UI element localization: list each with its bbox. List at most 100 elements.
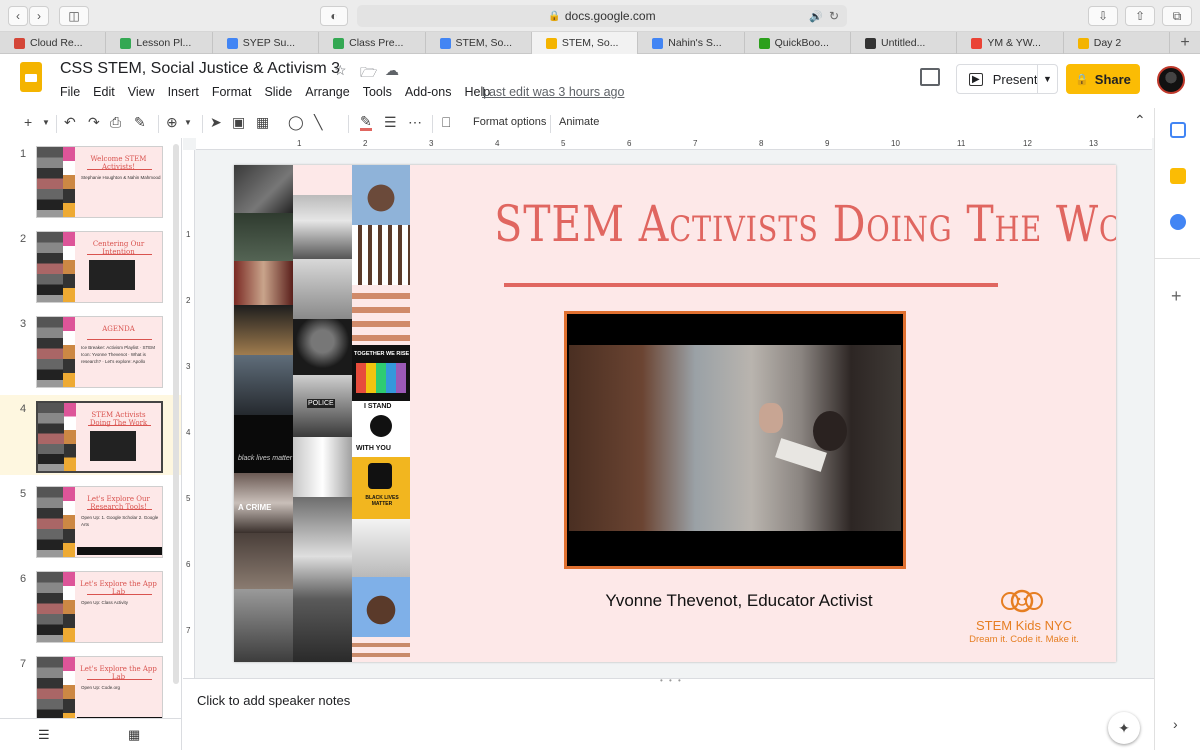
present-button[interactable]: ▶ Present ▼: [956, 64, 1058, 94]
filmstrip-view-icon[interactable]: ☰: [38, 727, 50, 743]
menu-addons[interactable]: Add-ons: [405, 85, 452, 99]
slide-thumbnail-2[interactable]: 2 Centering Our Intention: [0, 225, 181, 305]
present-icon: ▶: [969, 72, 983, 86]
filmstrip-scrollbar[interactable]: [173, 144, 179, 684]
border-weight-icon[interactable]: ☰: [384, 114, 397, 131]
thumb-collage: [64, 403, 76, 471]
shape-icon[interactable]: ◯: [288, 114, 304, 131]
menu-arrange[interactable]: Arrange: [305, 85, 349, 99]
browser-tab[interactable]: YM & YW...: [957, 32, 1064, 54]
video-caption[interactable]: Yvonne Thevenot, Educator Activist: [574, 591, 904, 611]
sidebar-toggle-button[interactable]: ◫: [59, 6, 89, 26]
browser-tab[interactable]: Day 2: [1064, 32, 1171, 54]
audio-icon[interactable]: 🔊: [809, 10, 823, 23]
new-tab-button[interactable]: +: [1170, 32, 1200, 53]
document-title[interactable]: CSS STEM, Social Justice & Activism 3: [60, 60, 340, 78]
browser-tab[interactable]: Lesson Pl...: [106, 32, 213, 54]
insert-image-icon[interactable]: ▦: [256, 114, 269, 131]
embedded-video[interactable]: [564, 311, 906, 569]
speaker-notes-panel[interactable]: [183, 678, 1154, 750]
undo-icon[interactable]: ↶: [64, 114, 76, 131]
slide-thumbnail-3[interactable]: 3 AGENDA Ice Breaker: Activism Playlist · …: [0, 310, 181, 390]
slide-thumbnail-6[interactable]: 6 Let's Explore the App Lab Open Up: Class…: [0, 565, 181, 645]
back-button[interactable]: ‹: [8, 6, 28, 26]
reload-icon[interactable]: ↻: [829, 9, 839, 23]
browser-tab[interactable]: Class Pre...: [319, 32, 426, 54]
zoom-icon[interactable]: ⊕: [166, 114, 178, 131]
slide-thumbnail-5[interactable]: 5 Let's Explore Our Research Tools! Open U…: [0, 480, 181, 560]
slide-preview[interactable]: STEM Activists Doing The Work: [36, 401, 163, 473]
animate-button[interactable]: Animate: [559, 116, 599, 128]
redo-icon[interactable]: ↷: [88, 114, 100, 131]
menu-format[interactable]: Format: [212, 85, 252, 99]
zoom-dropdown-icon[interactable]: ▼: [184, 118, 192, 127]
tab-label: YM & YW...: [987, 37, 1041, 49]
forward-button[interactable]: ›: [29, 6, 49, 26]
menu-view[interactable]: View: [128, 85, 155, 99]
menu-tools[interactable]: Tools: [363, 85, 392, 99]
menu-file[interactable]: File: [60, 85, 80, 99]
new-slide-icon[interactable]: +: [24, 114, 32, 130]
slide-4[interactable]: black lives matter A CRIME POLICE TOGETH…: [234, 165, 1116, 662]
star-icon[interactable]: ☆: [334, 62, 347, 79]
slide-preview[interactable]: Let's Explore the App Lab Open Up: Class …: [36, 571, 163, 643]
downloads-button[interactable]: ⇩: [1088, 6, 1118, 26]
new-slide-dropdown-icon[interactable]: ▼: [42, 118, 50, 127]
comment-history-icon[interactable]: [920, 68, 940, 86]
slide-preview[interactable]: Let's Explore Our Research Tools! Open Up…: [36, 486, 163, 558]
keep-icon[interactable]: [1170, 168, 1186, 184]
slide-preview[interactable]: AGENDA Ice Breaker: Activism Playlist · S…: [36, 316, 163, 388]
slide-thumbnail-7[interactable]: 7 Let's Explore the App Lab Open Up: Code.…: [0, 650, 181, 718]
menu-insert[interactable]: Insert: [168, 85, 199, 99]
line-icon[interactable]: ╲: [314, 114, 322, 131]
format-options-button[interactable]: Format options: [473, 116, 546, 128]
present-dropdown-icon[interactable]: ▼: [1037, 65, 1057, 93]
get-addons-icon[interactable]: +: [1171, 286, 1182, 307]
print-icon[interactable]: ⎙: [110, 114, 121, 131]
text-box-icon[interactable]: ▣: [232, 114, 245, 131]
browser-tab[interactable]: STEM, So...: [426, 32, 532, 54]
menu-slide[interactable]: Slide: [264, 85, 292, 99]
photo-collage[interactable]: black lives matter A CRIME POLICE TOGETH…: [234, 165, 410, 662]
border-dash-icon[interactable]: ⋯: [408, 114, 422, 131]
slide-thumbnail-1[interactable]: 1 Welcome STEM Activists! Stephanie Hought…: [0, 140, 181, 220]
stem-kids-logo[interactable]: STEM Kids NYC Dream it. Code it. Make it…: [959, 585, 1099, 649]
paint-format-icon[interactable]: ✎: [134, 114, 146, 131]
slide-thumbnail-4[interactable]: 4 STEM Activists Doing The Work: [0, 395, 181, 475]
browser-tab[interactable]: QuickBoo...: [745, 32, 851, 54]
grid-view-icon[interactable]: ▦: [128, 727, 140, 743]
share-button[interactable]: 🔒 Share: [1066, 64, 1140, 94]
browser-tab[interactable]: Cloud Re...: [0, 32, 107, 54]
border-color-icon[interactable]: ✎: [360, 114, 372, 131]
share-sheet-button[interactable]: ⇧: [1125, 6, 1155, 26]
slide-title[interactable]: STEM Activists Doing The Work: [494, 195, 1116, 253]
speaker-notes-placeholder[interactable]: Click to add speaker notes: [197, 693, 350, 708]
address-bar[interactable]: 🔒 docs.google.com 🔊 ↻: [357, 5, 847, 27]
slide-preview[interactable]: Let's Explore the App Lab Open Up: Code.o…: [36, 656, 163, 718]
last-edit-link[interactable]: Last edit was 3 hours ago: [482, 85, 624, 99]
ruler-tick-label: 2: [186, 296, 191, 305]
notes-resize-handle[interactable]: • • •: [660, 676, 683, 685]
menu-edit[interactable]: Edit: [93, 85, 115, 99]
calendar-icon[interactable]: [1170, 122, 1186, 138]
browser-tab[interactable]: Nahin's S...: [638, 32, 745, 54]
add-comment-icon[interactable]: ⎕: [442, 114, 450, 131]
account-avatar[interactable]: [1157, 66, 1185, 94]
thumb-collage: [37, 232, 63, 302]
slide-preview[interactable]: Welcome STEM Activists! Stephanie Houghto…: [36, 146, 163, 218]
browser-tab[interactable]: SYEP Su...: [213, 32, 320, 54]
move-folder-icon[interactable]: 🗁: [360, 62, 377, 86]
tab-overview-button[interactable]: ⧉: [1162, 6, 1192, 26]
show-side-panel-icon[interactable]: ›: [1173, 716, 1178, 732]
cloud-status-icon[interactable]: ☁: [385, 62, 399, 79]
select-cursor-icon[interactable]: ➤: [210, 114, 222, 131]
explore-icon[interactable]: ✦: [1108, 712, 1140, 744]
tasks-icon[interactable]: [1170, 214, 1186, 230]
privacy-shield-icon[interactable]: ◐: [320, 6, 348, 26]
browser-tab[interactable]: Untitled...: [851, 32, 958, 54]
browser-tab[interactable]: STEM, So...: [531, 32, 639, 54]
title-underline[interactable]: [504, 283, 998, 287]
slide-preview[interactable]: Centering Our Intention: [36, 231, 163, 303]
collapse-menu-icon[interactable]: ⌃: [1134, 112, 1146, 129]
slides-logo[interactable]: [20, 62, 42, 92]
